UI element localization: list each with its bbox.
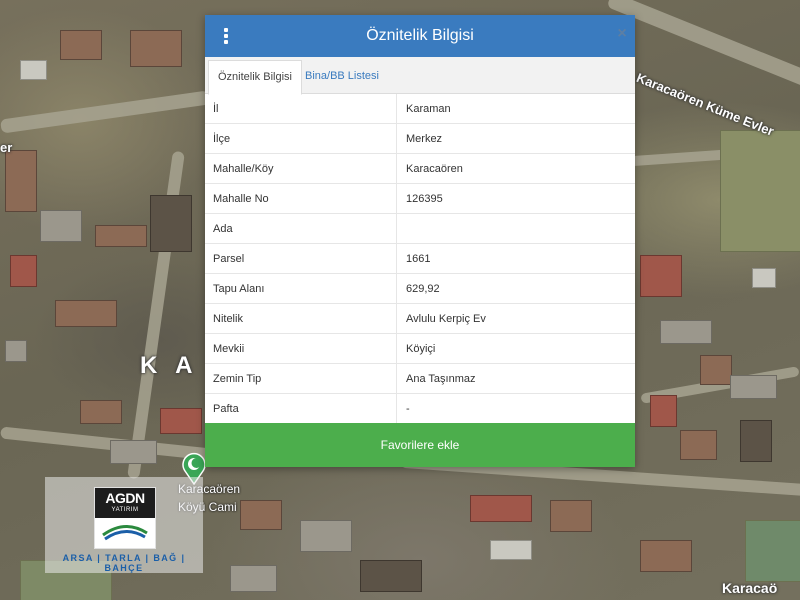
map-building (55, 300, 117, 327)
map-building (60, 30, 102, 60)
attribute-value: Merkez (396, 123, 635, 154)
attribute-value: Avlulu Kerpiç Ev (396, 303, 635, 334)
attribute-key: İlçe (205, 123, 397, 154)
attribute-value: Köyiçi (396, 333, 635, 364)
attribute-value (396, 213, 635, 244)
map-building (5, 340, 27, 362)
map-building (80, 400, 122, 424)
map-building (752, 268, 776, 288)
logo-header: AGDN YATIRIM (95, 488, 155, 518)
logo-tagline: ARSA | TARLA | BAĞ | BAHÇE (62, 553, 186, 573)
map-label-village: K A (140, 352, 199, 379)
map-building (680, 430, 717, 460)
add-to-favorites-button[interactable]: Favorilere ekle (205, 423, 635, 467)
attribute-key: Nitelik (205, 303, 397, 334)
attribute-key: Parsel (205, 243, 397, 274)
map-road (0, 90, 210, 134)
agdn-logo-box: AGDN YATIRIM ARSA | TARLA | BAĞ | BAHÇE (45, 477, 203, 573)
map-building (160, 408, 202, 434)
map-building (550, 500, 592, 532)
table-row: Nitelik Avlulu Kerpiç Ev (205, 303, 635, 334)
map-building (470, 495, 532, 522)
map-road (606, 0, 800, 105)
logo-swoosh-icon (102, 525, 148, 541)
attribute-key: Zemin Tip (205, 363, 397, 394)
map-building (40, 210, 82, 242)
attribute-key: Mahalle No (205, 183, 397, 214)
attribute-key: Mahalle/Köy (205, 153, 397, 184)
map-building (150, 195, 192, 252)
agdn-logo: AGDN YATIRIM (94, 487, 156, 549)
attribute-value: - (396, 393, 635, 424)
attribute-info-dialog: Öznitelik Bilgisi × Öznitelik Bilgisi Bi… (205, 15, 635, 467)
map-building (650, 395, 677, 427)
dialog-tabs: Öznitelik Bilgisi Bina/BB Listesi (205, 57, 635, 95)
vertical-dots-icon[interactable] (217, 23, 235, 49)
map-label-fragment: er (0, 140, 13, 155)
table-row: Ada (205, 213, 635, 244)
tab-attribute-info[interactable]: Öznitelik Bilgisi (208, 60, 302, 95)
dialog-header: Öznitelik Bilgisi × (205, 15, 635, 57)
table-row: Mevkii Köyiçi (205, 333, 635, 364)
map-label-bottom-right: Karacaö (722, 580, 778, 596)
table-row: Zemin Tip Ana Taşınmaz (205, 363, 635, 394)
map-building (240, 500, 282, 530)
map-building (130, 30, 182, 67)
map-building (730, 375, 777, 399)
attribute-value: 126395 (396, 183, 635, 214)
table-row: Tapu Alanı 629,92 (205, 273, 635, 304)
attribute-value: 629,92 (396, 273, 635, 304)
attribute-value: Karacaören (396, 153, 635, 184)
attribute-value: Ana Taşınmaz (396, 363, 635, 394)
attribute-key: Pafta (205, 393, 397, 424)
table-row: İl Karaman (205, 94, 635, 124)
table-row: İlçe Merkez (205, 123, 635, 154)
table-row: Parsel 1661 (205, 243, 635, 274)
close-icon[interactable]: × (614, 26, 630, 42)
attribute-value: Karaman (396, 94, 635, 124)
map-field (745, 520, 800, 582)
dialog-title: Öznitelik Bilgisi (366, 27, 474, 44)
table-row: Pafta - (205, 393, 635, 424)
logo-name: AGDN (105, 490, 145, 506)
attribute-key: Mevkii (205, 333, 397, 364)
map-label-village-road: Karacaören Küme Evler (634, 70, 777, 139)
map-building (230, 565, 277, 592)
attribute-value: 1661 (396, 243, 635, 274)
map-building (360, 560, 422, 592)
map-building (110, 440, 157, 464)
map-building (740, 420, 772, 462)
attribute-key: Tapu Alanı (205, 273, 397, 304)
tab-building-list[interactable]: Bina/BB Listesi (296, 60, 388, 93)
map-building (300, 520, 352, 552)
logo-sub: YATIRIM (111, 507, 139, 513)
map-building (700, 355, 732, 385)
map-building (490, 540, 532, 560)
table-row: Mahalle No 126395 (205, 183, 635, 214)
map-building (640, 540, 692, 572)
table-row: Mahalle/Köy Karacaören (205, 153, 635, 184)
map-field (720, 130, 800, 252)
map-building (20, 60, 47, 80)
attribute-key: Ada (205, 213, 397, 244)
attribute-table: İl Karaman İlçe Merkez Mahalle/Köy Karacaören… (205, 94, 635, 424)
attribute-key: İl (205, 94, 397, 124)
map-building (95, 225, 147, 247)
map-building (5, 150, 37, 212)
map-building (10, 255, 37, 287)
map-building (640, 255, 682, 297)
map-building (660, 320, 712, 344)
